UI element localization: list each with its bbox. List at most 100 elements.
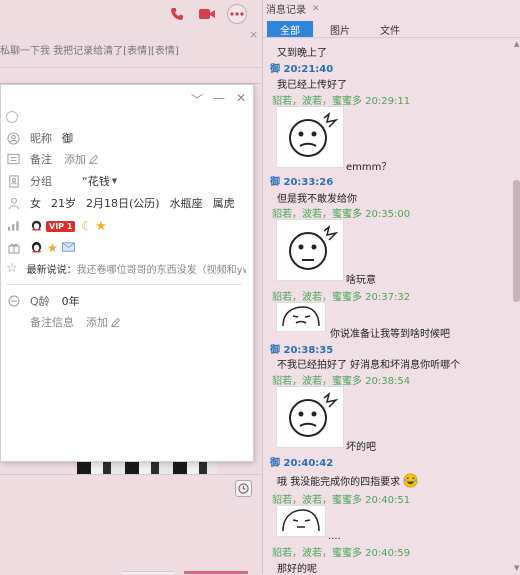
divider [0,67,262,68]
message-header: 貂若，波若，蜜蜜多 20:38:54 [272,376,411,387]
close-icon[interactable]: ✕ [236,91,246,105]
filter-tab-files[interactable]: 文件 [367,21,413,37]
sticker-image[interactable] [276,386,344,448]
sticker-caption: 坏的吧 [346,442,376,453]
divider [6,284,242,285]
message-text: 那好的呢 [277,564,317,575]
signature-text[interactable]: 我还卷哪位哥哥的东西没发（视频和yw... [77,261,246,276]
pencil-icon[interactable] [88,154,99,165]
message-header: 貂若，波若，蜜蜜多 20:29:11 [272,96,411,107]
filter-tab-all[interactable]: 全部 [267,21,313,37]
message-preview: 私聊一下我 我把记录给清了[表情][表情] [0,46,179,57]
user-circle-icon [6,131,21,146]
contacts-book-icon [6,174,21,189]
gender: 女 [30,197,41,210]
sticker-caption: emmm？ [346,162,392,173]
qage-label: Q龄 [30,295,50,308]
group-label: 分组 [30,175,52,188]
chevron-down-icon[interactable]: ﹀ [191,91,203,108]
tab-title: 消息记录 [266,5,306,16]
sticker-caption: 啥玩意 [346,275,376,286]
penguin-icon[interactable] [30,240,43,256]
more-options-button[interactable] [227,4,247,24]
minus-circle-icon [6,294,21,309]
meme-face-icon [282,509,320,532]
message-header: 御 20:38:35 [270,345,334,356]
tab-message-history[interactable]: 消息记录 ✕ [266,1,320,17]
sticker-image[interactable] [276,106,344,168]
meme-face-icon [289,112,339,157]
filter-tab-images[interactable]: 图片 [317,21,363,37]
video-call-button[interactable] [197,4,217,24]
video-camera-icon [199,9,215,19]
remark-label: 备注 [30,153,52,166]
sticker-caption: .... [328,531,341,542]
level-chart-icon [6,219,21,234]
age: 21岁 [51,197,76,210]
sticker-image[interactable] [276,219,344,281]
birthday: 2月18日(公历) [86,197,160,210]
clock-icon [238,483,249,494]
close-tab-icon[interactable]: ✕ [312,4,320,14]
close-icon[interactable]: × [249,28,258,41]
message-header: 御 20:33:26 [270,177,334,188]
message-header: 貂若，波若，蜜蜜多 20:35:00 [272,209,411,220]
scrollbar[interactable]: ▲ ▼ [512,38,520,574]
signature-row: ☆ 最新说说： 我还卷哪位哥哥的东西没发（视频和yw... [6,261,246,276]
scrollbar-thumb[interactable] [513,180,520,302]
message-history-panel: 消息记录 ✕ 全部 图片 文件 又到晚上了 御 20:21:40 我已经上传好了… [262,0,520,575]
message-text: 哦 我没能完成你的四指要求 [277,477,401,488]
laughing-emoji-icon [403,473,418,488]
person-icon [6,196,21,211]
sticker-image[interactable] [276,302,326,332]
chat-sticker-image [77,460,217,474]
mail-icon[interactable] [61,241,75,255]
message-header: 貂若，波若，蜜蜜多 20:37:32 [272,292,411,303]
message-header: 御 20:21:40 [270,64,334,75]
ellipsis-icon [230,12,244,16]
signature-label: 最新说说： [26,265,77,276]
message-text: 我已经上传好了 [277,80,347,91]
basic-info-row: 女 21岁 2月18日(公历) 水瓶座 属虎 [6,195,235,211]
scroll-down-arrow-icon[interactable]: ▼ [514,564,519,572]
history-button[interactable] [235,480,252,497]
message-header: 貂若，波若，蜜蜜多 20:40:59 [272,548,411,559]
penguin-crown-icon [30,218,43,234]
star-icon: ★ [95,218,107,234]
caret-down-icon[interactable]: ▼ [112,177,117,185]
remark-info-label: 备注信息 [30,316,74,329]
sticker-image[interactable] [276,505,326,537]
remark-info-row: 备注信息 添加 [30,314,121,330]
scroll-up-arrow-icon[interactable]: ▲ [514,40,519,48]
message-text: 不我已经拍好了 好消息和坏消息你听哪个 [277,360,461,371]
minimize-icon[interactable]: — [213,91,225,105]
divider [0,474,262,475]
services-row: ★ [6,240,75,256]
badge-star-icon[interactable]: ★ [47,241,58,255]
qage-value: 0年 [61,295,80,308]
sticker-caption: 你说准备让我等到啥时候吧 [330,329,450,340]
group-row: 分组 “花钱 ▼ [6,173,117,189]
star-outline-icon: ☆ [6,261,18,276]
avatar[interactable] [6,111,18,123]
meme-face-icon [289,225,339,270]
meme-face-icon [289,392,339,437]
nickname-row: 昵称 御 [6,130,73,146]
phone-icon [171,8,183,20]
message-header: 御 20:40:42 [270,458,334,469]
zodiac: 水瓶座 [169,197,203,210]
group-select[interactable]: “花钱 [82,173,110,189]
gift-box-icon [6,241,21,256]
add-remark-info-link[interactable]: 添加 [86,314,108,330]
chinese-zodiac: 属虎 [212,197,235,210]
remark-row: 备注 添加 [6,151,99,167]
add-remark-link[interactable]: 添加 [64,151,86,167]
level-row: VIP 1 ☾ ★ [6,218,107,234]
message-text: 又到晚上了 [277,48,327,59]
meme-face-icon [282,306,320,327]
vip-badge[interactable]: VIP 1 [46,220,76,232]
id-card-icon [6,152,21,167]
voice-call-button[interactable] [167,4,187,24]
pencil-icon[interactable] [110,317,121,328]
moon-icon: ☾ [81,219,93,233]
